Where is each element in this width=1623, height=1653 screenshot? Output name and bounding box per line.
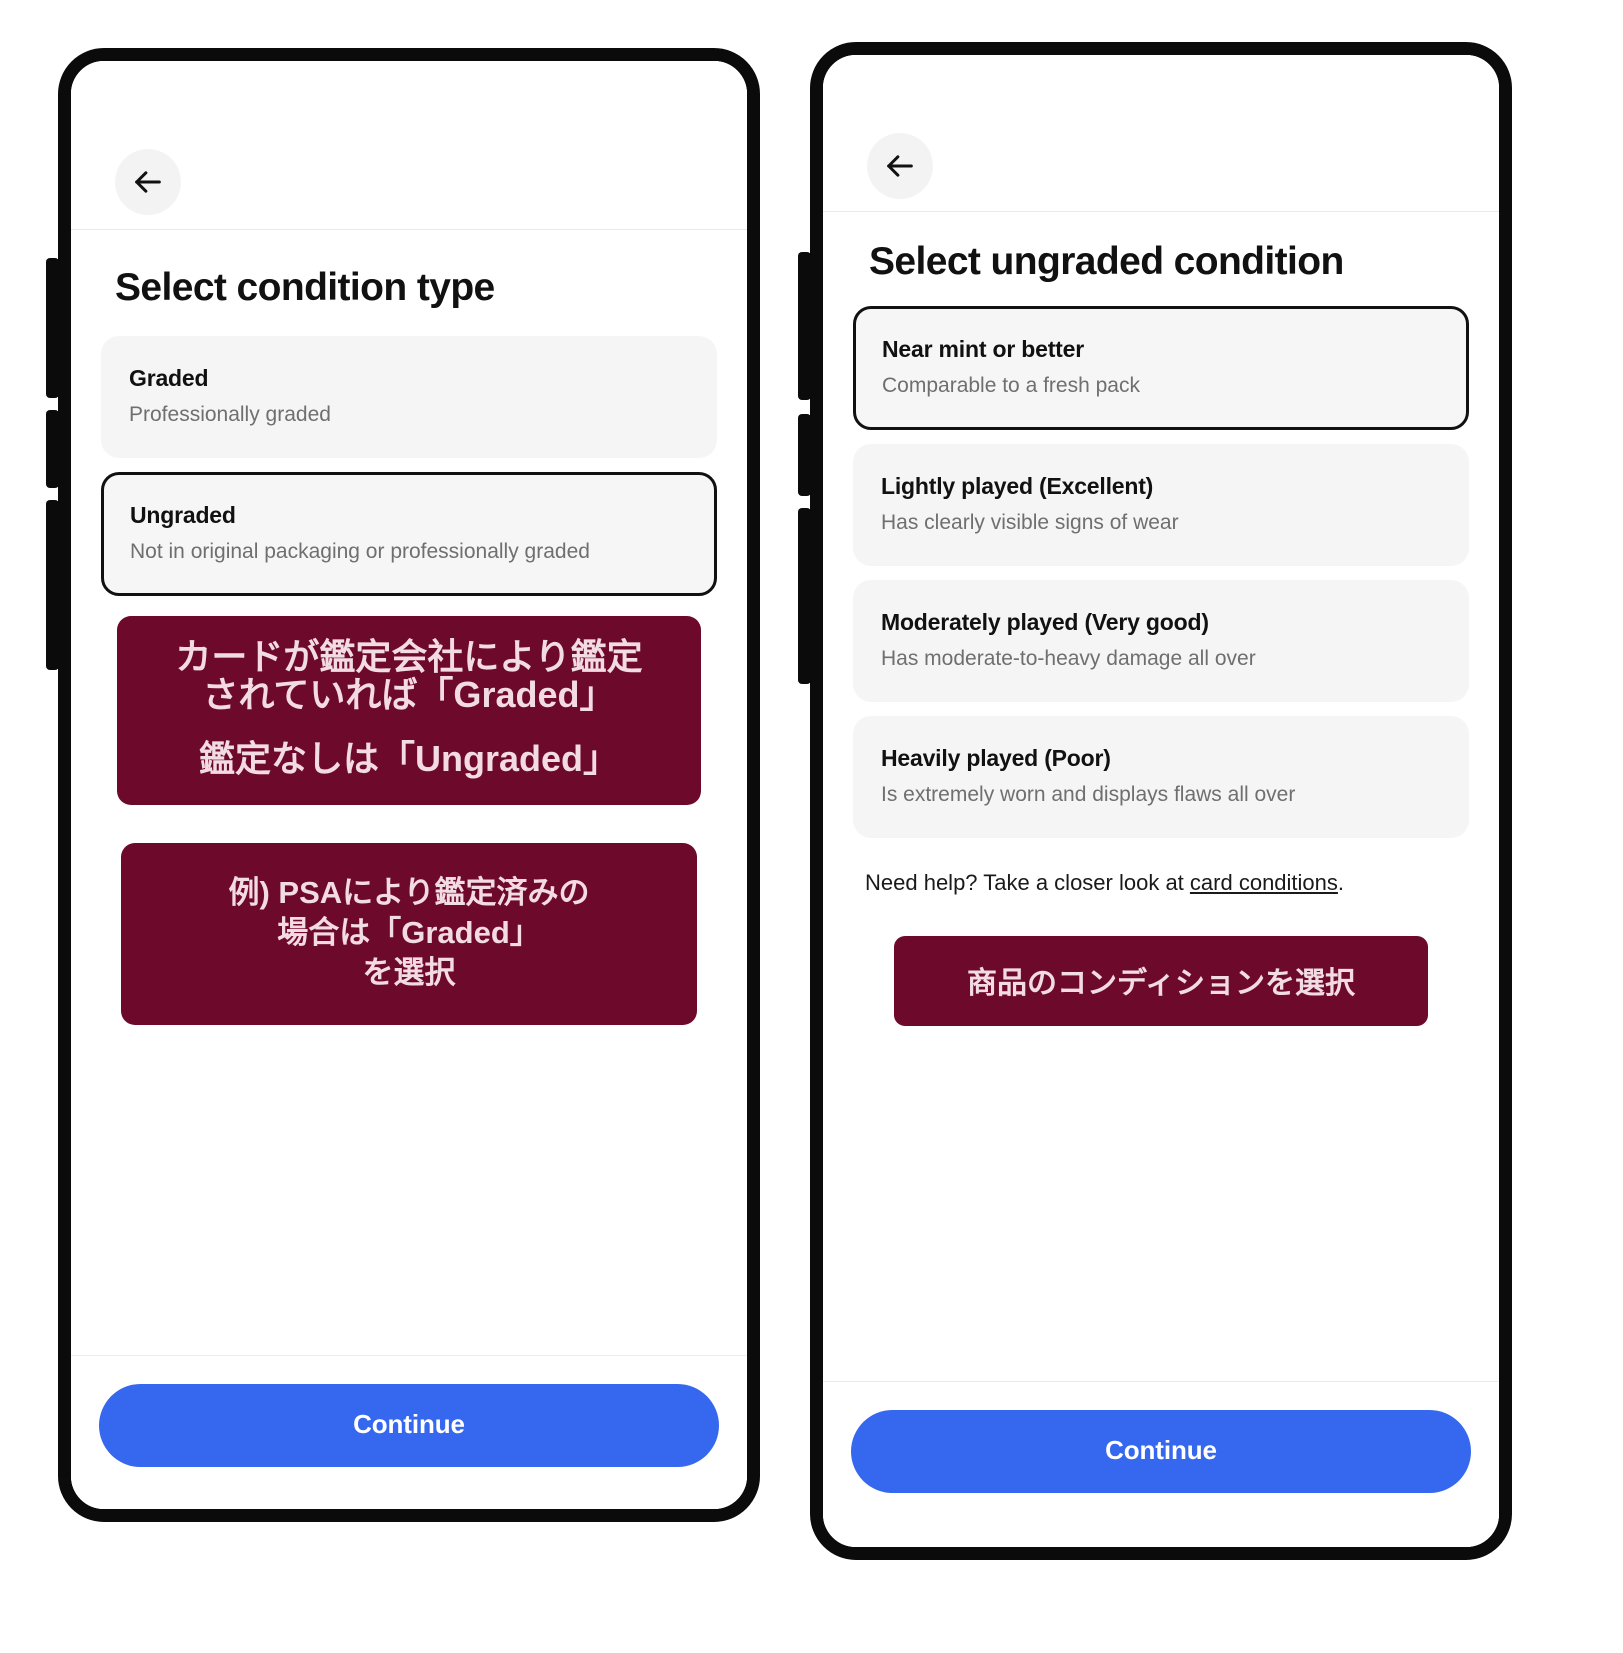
page-title: Select condition type [115,266,495,309]
option-near-mint-or-better[interactable]: Near mint or better Comparable to a fres… [853,306,1469,431]
left-topbar [71,61,747,229]
option-subtitle: Has moderate-to-heavy damage all over [881,646,1256,670]
option-heavily-played[interactable]: Heavily played (Poor) Is extremely worn … [853,716,1469,839]
option-lightly-played[interactable]: Lightly played (Excellent) Has clearly v… [853,444,1469,567]
page-title: Select ungraded condition [869,240,1344,283]
left-footer: Continue [71,1355,747,1509]
card-conditions-link[interactable]: card conditions [1190,870,1338,895]
option-title: Graded [129,365,209,391]
left-content: Select condition type Graded Professiona… [71,230,747,1355]
callout-spacer [133,714,685,740]
option-title: Lightly played (Excellent) [881,473,1154,500]
screenshot-stage: Select condition type Graded Professiona… [0,0,1623,1653]
annotation-callout-grading-rule: カードが鑑定会社により鑑定 されていれば「Graded」 鑑定なしは「Ungra… [117,616,701,805]
help-text: Need help? Take a closer look at card co… [865,868,1469,898]
help-text-prefix: Need help? Take a closer look at [865,870,1190,896]
callout-line-3: 鑑定なしは「Ungraded」 [198,738,619,780]
left-phone-power-button[interactable] [46,500,59,670]
back-button[interactable] [115,149,181,215]
annotation-cta-select-condition[interactable]: 商品のコンディションを選択 [894,935,1428,1026]
right-content: Select ungraded condition Near mint or b… [823,212,1499,1381]
back-button[interactable] [867,133,933,199]
ungraded-condition-list: Near mint or better Comparable to a fres… [853,306,1469,839]
right-phone-mockup: Select ungraded condition Near mint or b… [810,42,1512,1560]
option-subtitle: Professionally graded [129,402,331,426]
option-title: Near mint or better [882,336,1084,362]
continue-button[interactable]: Continue [851,1410,1471,1493]
option-subtitle: Has clearly visible signs of wear [881,510,1179,534]
option-title: Heavily played (Poor) [881,745,1111,772]
callout-line-1: カードが鑑定会社により鑑定 [175,636,643,678]
option-title: Moderately played (Very good) [881,609,1209,636]
right-phone-volume-down-button[interactable] [798,414,811,496]
callout-line-2: 場合は「Graded」 [277,914,541,950]
option-subtitle: Is extremely worn and displays flaws all… [881,782,1296,806]
option-subtitle: Not in original packaging or professiona… [130,539,590,563]
left-phone-volume-down-button[interactable] [46,410,59,488]
option-graded[interactable]: Graded Professionally graded [101,336,717,459]
right-topbar [823,55,1499,211]
option-title: Ungraded [130,502,236,529]
callout-line-1: 例) PSAにより鑑定済みの [228,874,590,910]
callout-line-3: を選択 [362,955,456,991]
arrow-left-icon [131,165,165,199]
callout-line-2: されていれば「Graded」 [202,674,616,716]
annotation-callout-psa-example: 例) PSAにより鑑定済みの 場合は「Graded」 を選択 [121,842,697,1026]
right-footer: Continue [823,1381,1499,1547]
left-phone-volume-up-button[interactable] [46,258,59,398]
arrow-left-icon [883,149,917,183]
right-phone-volume-up-button[interactable] [798,252,811,400]
continue-button[interactable]: Continue [99,1384,719,1467]
option-ungraded[interactable]: Ungraded Not in original packaging or pr… [101,472,717,597]
right-phone-power-button[interactable] [798,508,811,684]
option-subtitle: Comparable to a fresh pack [882,373,1140,397]
left-phone-mockup: Select condition type Graded Professiona… [58,48,760,1522]
help-text-suffix: . [1337,870,1345,896]
left-phone-screen: Select condition type Graded Professiona… [71,61,747,1509]
condition-type-list: Graded Professionally graded Ungraded No… [101,336,717,597]
right-phone-screen: Select ungraded condition Near mint or b… [823,55,1499,1547]
option-moderately-played[interactable]: Moderately played (Very good) Has modera… [853,580,1469,703]
